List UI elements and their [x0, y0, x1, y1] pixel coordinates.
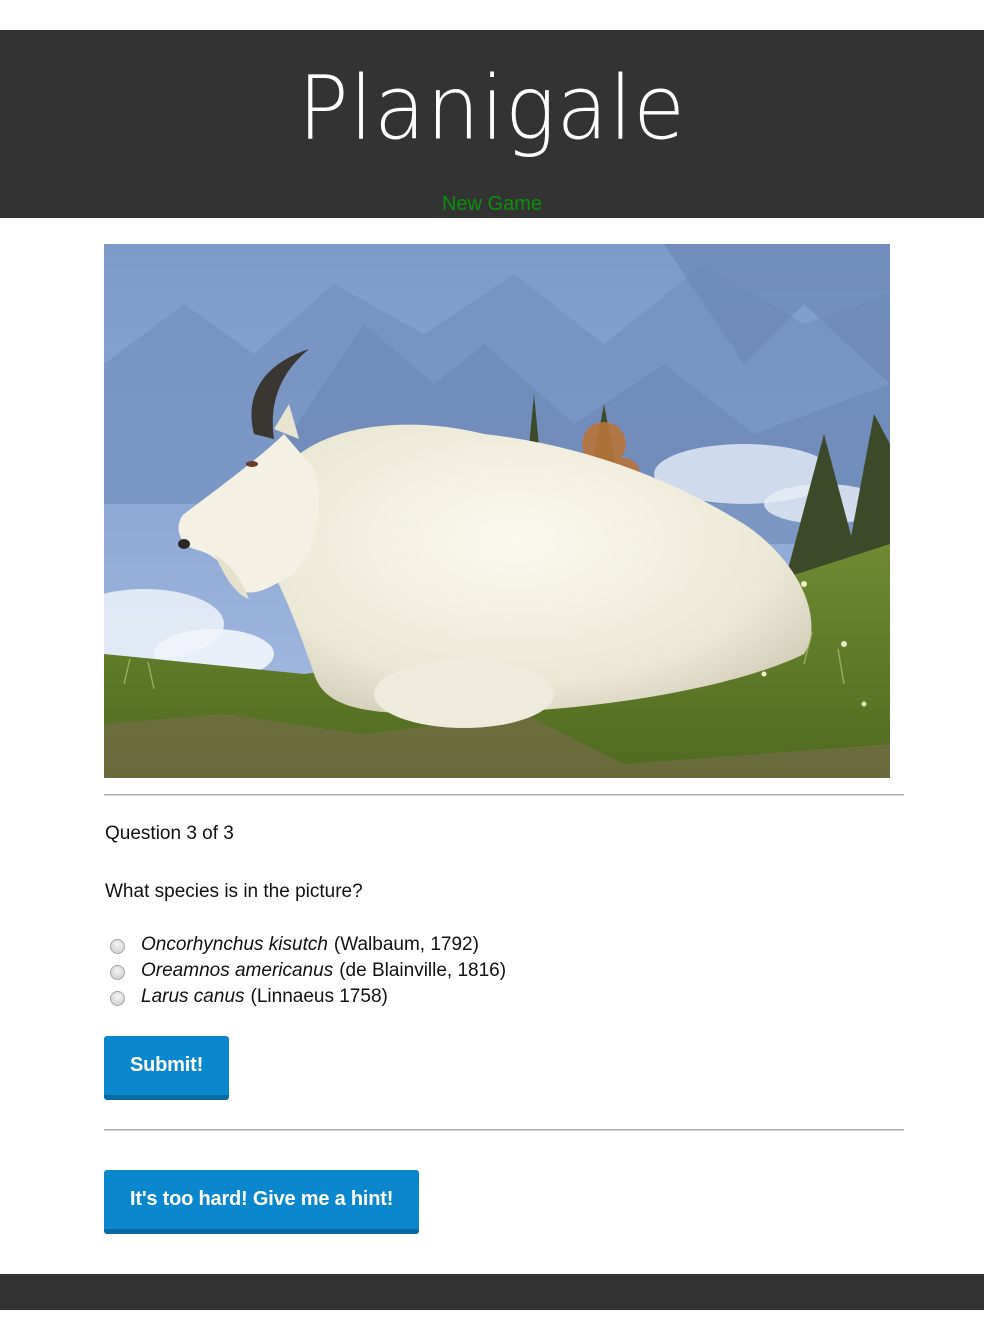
question-text: What species is in the picture? — [105, 881, 363, 902]
species-name: Oreamnos americanus — [141, 960, 334, 981]
app-title: Planigale — [298, 56, 686, 160]
answer-option[interactable]: Oncorhynchus kisutch (Walbaum, 1792) — [104, 932, 506, 958]
submit-button[interactable]: Submit! — [104, 1036, 230, 1100]
question-progress: Question 3 of 3 — [105, 823, 234, 844]
hint-button[interactable]: It's too hard! Give me a hint! — [104, 1170, 420, 1234]
answer-option[interactable]: Oreamnos americanus (de Blainville, 1816… — [104, 958, 506, 984]
new-game-link[interactable]: New Game — [0, 192, 984, 216]
divider-bottom — [104, 1129, 904, 1131]
quiz-photo — [104, 244, 890, 778]
answer-option[interactable]: Larus canus (Linnaeus 1758) — [104, 984, 506, 1010]
divider-top — [104, 794, 904, 796]
species-authority: (Walbaum, 1792) — [333, 934, 479, 955]
app-header: Planigale New Game — [0, 30, 984, 218]
species-name: Oncorhynchus kisutch — [141, 934, 328, 955]
radio-button[interactable] — [110, 965, 125, 980]
species-name: Larus canus — [141, 986, 245, 1007]
radio-button[interactable] — [110, 939, 125, 954]
species-authority: (de Blainville, 1816) — [339, 960, 507, 981]
species-authority: (Linnaeus 1758) — [250, 986, 388, 1007]
app-footer — [0, 1274, 984, 1310]
radio-button[interactable] — [110, 991, 125, 1006]
answer-options: Oncorhynchus kisutch (Walbaum, 1792) Ore… — [104, 932, 506, 1010]
